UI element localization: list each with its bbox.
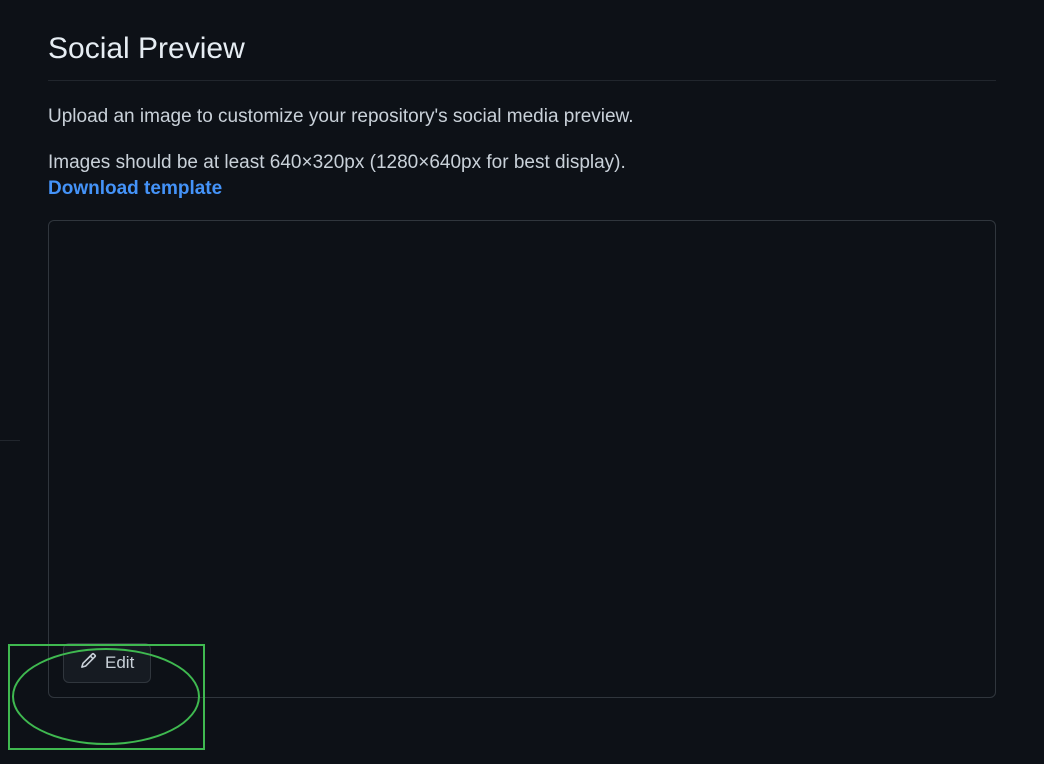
separator-line <box>0 440 20 441</box>
download-template-link[interactable]: Download template <box>48 178 222 200</box>
edit-button[interactable]: Edit <box>63 643 151 683</box>
preview-image-area: Edit <box>48 220 996 698</box>
edit-button-label: Edit <box>105 653 134 673</box>
description-text: Upload an image to customize your reposi… <box>48 103 996 132</box>
size-info-text: Images should be at least 640×320px (128… <box>48 152 626 173</box>
section-heading: Social Preview <box>48 32 996 81</box>
pencil-icon <box>80 652 97 674</box>
